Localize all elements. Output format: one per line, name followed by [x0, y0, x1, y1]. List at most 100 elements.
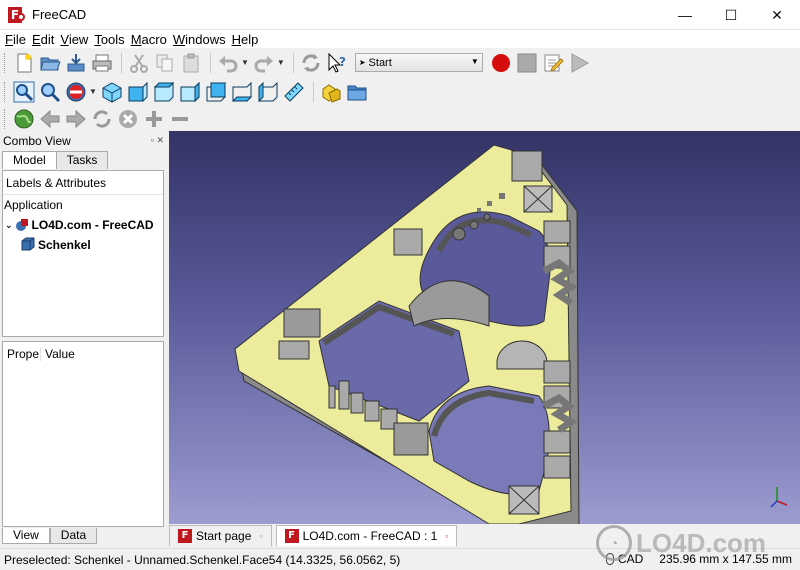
window-title: FreeCAD	[32, 7, 87, 22]
undo-dropdown-icon[interactable]: ▼	[241, 58, 249, 67]
arrow-right-icon	[66, 109, 86, 128]
value-column-header[interactable]: Value	[41, 347, 75, 361]
close-button[interactable]: ✕	[754, 0, 800, 30]
fit-all-button[interactable]	[12, 80, 36, 104]
edit-macro-button[interactable]	[541, 51, 565, 75]
refresh-button[interactable]	[299, 51, 323, 75]
view-front-button[interactable]	[126, 80, 150, 104]
maximize-button[interactable]: ☐	[708, 0, 754, 30]
chevron-down-icon: ▼	[470, 57, 479, 66]
whats-this-button[interactable]: ?	[325, 51, 349, 75]
minimize-button[interactable]: —	[662, 0, 708, 30]
close-tab-icon[interactable]: ▫	[259, 531, 262, 541]
reload-button[interactable]	[90, 107, 114, 131]
property-column-header[interactable]: Prope	[3, 347, 41, 361]
combo-view-title: Combo View	[3, 134, 71, 148]
menu-windows[interactable]: Windows	[170, 32, 229, 47]
folder-open-icon	[40, 57, 61, 70]
fit-selection-button[interactable]	[38, 80, 62, 104]
stop-icon	[517, 53, 537, 72]
undo-button[interactable]	[216, 51, 240, 75]
close-tab-icon[interactable]: ▫	[445, 531, 448, 541]
part-icon	[322, 83, 341, 103]
folder-icon	[347, 85, 367, 100]
copy-button[interactable]	[153, 51, 177, 75]
axis-cross-icon	[770, 487, 788, 508]
draw-style-button[interactable]	[64, 80, 88, 104]
create-group-button[interactable]	[345, 80, 369, 104]
start-page-button[interactable]	[12, 107, 36, 131]
stop-macro-button[interactable]	[515, 51, 539, 75]
tab-start-page[interactable]: F Start page ▫	[169, 525, 272, 546]
new-document-button[interactable]	[12, 51, 36, 75]
tree-item-schenkel[interactable]: Schenkel	[3, 235, 163, 255]
view-top-button[interactable]	[152, 80, 176, 104]
execute-macro-button[interactable]	[567, 51, 591, 75]
view-bottom-button[interactable]	[230, 80, 254, 104]
zoom-out-button[interactable]	[168, 107, 192, 131]
menu-help[interactable]: Help	[229, 32, 262, 47]
create-part-button[interactable]	[319, 80, 343, 104]
tab-document[interactable]: F LO4D.com - FreeCAD : 1 ▫	[275, 525, 458, 546]
record-macro-button[interactable]	[489, 51, 513, 75]
property-editor: Prope Value	[2, 341, 164, 527]
tab-tasks[interactable]: Tasks	[55, 151, 109, 169]
back-button[interactable]	[38, 107, 62, 131]
new-document-icon	[17, 53, 32, 72]
status-preselected: Preselected: Schenkel - Unnamed.Schenkel…	[4, 552, 401, 567]
tab-data[interactable]: Data	[49, 528, 98, 544]
tree-item-document[interactable]: ⌄ LO4D.com - FreeCAD	[3, 215, 163, 235]
menu-edit[interactable]: Edit	[29, 32, 57, 47]
tree-header: Labels & Attributes	[3, 171, 163, 195]
menu-file[interactable]: File	[2, 32, 29, 47]
record-icon	[491, 53, 510, 72]
dock-float-close-icon[interactable]: ▫ ✕	[151, 135, 164, 146]
measure-distance-button[interactable]	[282, 80, 306, 104]
draw-style-icon	[66, 82, 86, 101]
redo-button[interactable]	[252, 51, 276, 75]
forward-button[interactable]	[64, 107, 88, 131]
copy-icon	[156, 54, 173, 71]
stop-loading-button[interactable]	[116, 107, 140, 131]
paste-button[interactable]	[179, 51, 203, 75]
cut-button[interactable]	[127, 51, 151, 75]
title-bar: F FreeCAD — ☐ ✕	[0, 0, 800, 30]
tab-model[interactable]: Model	[2, 151, 57, 169]
open-button[interactable]	[38, 51, 62, 75]
arrow-left-icon	[40, 109, 60, 128]
freecad-logo-icon: F	[8, 6, 25, 23]
undo-icon	[219, 55, 238, 72]
plus-icon	[146, 110, 162, 127]
left-view-icon	[258, 81, 278, 102]
solid-icon	[21, 237, 35, 254]
menu-macro[interactable]: Macro	[128, 32, 170, 47]
workbench-selector[interactable]: ➤ Start ▼	[354, 53, 483, 72]
workbench-selected: Start	[368, 56, 392, 69]
menu-tools[interactable]: Tools	[91, 32, 127, 47]
toolbar-web	[0, 104, 800, 133]
save-button[interactable]	[64, 51, 88, 75]
toolbar-file: ▼ ▼ ? ➤ Start ▼	[0, 48, 800, 77]
refresh-icon	[302, 53, 320, 72]
edit-macro-icon	[544, 54, 564, 72]
reload-icon	[93, 109, 111, 128]
expand-arrow-icon[interactable]: ⌄	[5, 220, 13, 231]
menu-view[interactable]: View	[57, 32, 91, 47]
view-isometric-button[interactable]	[100, 80, 124, 104]
view-right-button[interactable]	[178, 80, 202, 104]
view-rear-button[interactable]	[204, 80, 228, 104]
zoom-in-button[interactable]	[142, 107, 166, 131]
3d-viewport[interactable]	[169, 131, 800, 524]
menu-bar: File Edit View Tools Macro Windows Help	[0, 30, 800, 48]
tab-view[interactable]: View	[2, 528, 50, 544]
watermark: ◔ LO4D.com	[596, 520, 786, 566]
right-view-icon	[180, 81, 200, 102]
view-left-button[interactable]	[256, 80, 280, 104]
play-icon	[571, 52, 589, 73]
whats-this-icon: ?	[328, 52, 346, 73]
tree-application-label: Application	[4, 198, 63, 212]
minus-icon	[172, 116, 188, 121]
print-button[interactable]	[90, 51, 114, 75]
redo-dropdown-icon[interactable]: ▼	[277, 58, 285, 67]
draw-style-dropdown-icon[interactable]: ▼	[89, 87, 97, 96]
